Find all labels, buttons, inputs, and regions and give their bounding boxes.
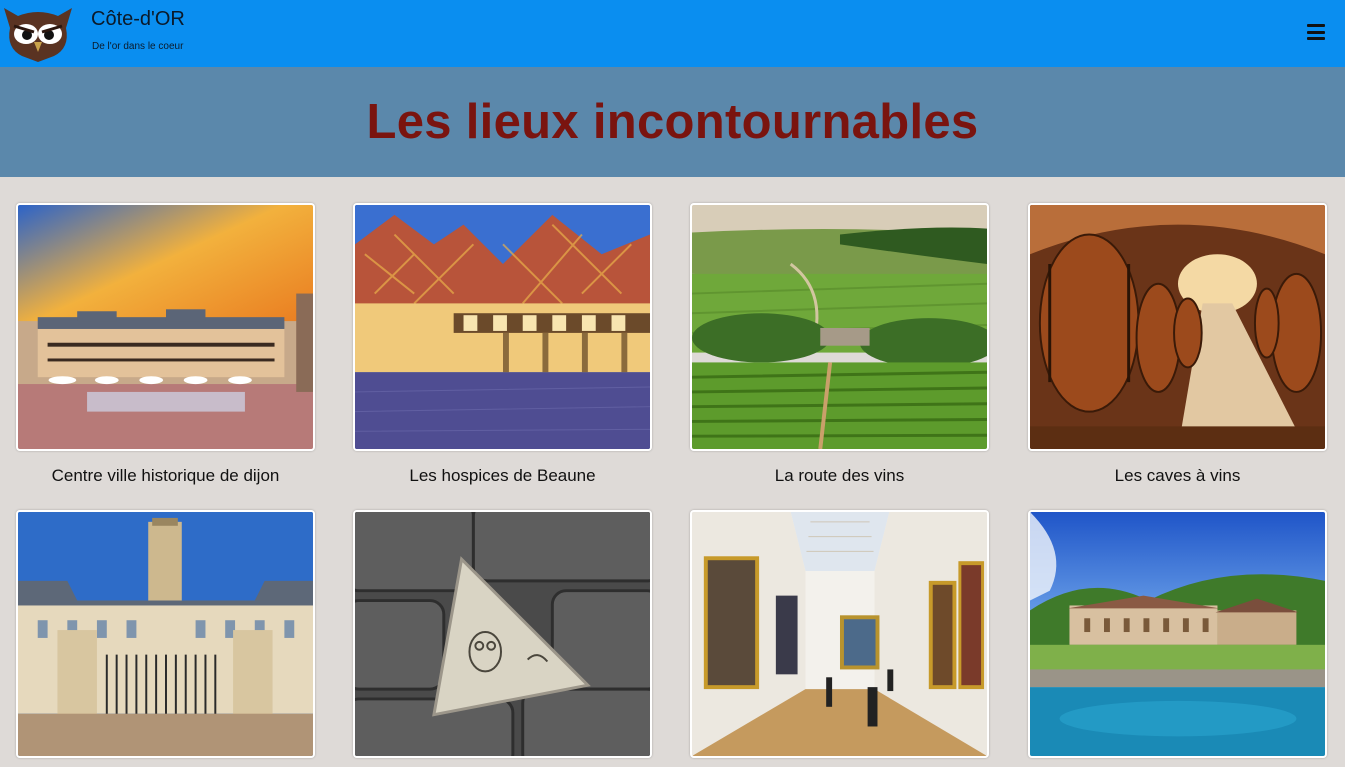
place-card[interactable]: Les hospices de Beaune bbox=[353, 203, 652, 486]
place-card[interactable] bbox=[353, 510, 652, 758]
place-card[interactable] bbox=[1028, 510, 1327, 758]
museum-gallery-photo[interactable] bbox=[690, 510, 989, 758]
place-card[interactable]: Les caves à vins bbox=[1028, 203, 1327, 486]
page-title: Les lieux incontournables bbox=[366, 95, 979, 149]
dijon-square-photo[interactable] bbox=[16, 203, 315, 451]
fontenay-abbey-photo[interactable] bbox=[1028, 510, 1327, 758]
owl-logo-icon[interactable] bbox=[0, 2, 76, 62]
place-card[interactable]: La route des vins bbox=[690, 203, 989, 486]
places-grid: Centre ville historique de dijon Les hos… bbox=[0, 177, 1345, 767]
vineyard-road-photo[interactable] bbox=[690, 203, 989, 451]
place-caption[interactable]: Centre ville historique de dijon bbox=[16, 466, 315, 486]
site-title[interactable]: Côte-d'OR bbox=[91, 8, 185, 31]
beaune-hospices-photo[interactable] bbox=[353, 203, 652, 451]
place-caption[interactable]: Les caves à vins bbox=[1028, 466, 1327, 486]
hero-banner: Les lieux incontournables bbox=[0, 67, 1345, 177]
place-caption[interactable]: Les hospices de Beaune bbox=[353, 466, 652, 486]
place-card[interactable] bbox=[16, 510, 315, 758]
hamburger-menu-icon[interactable] bbox=[1307, 24, 1325, 40]
place-caption[interactable]: La route des vins bbox=[690, 466, 989, 486]
site-tagline: De l'or dans le coeur bbox=[92, 41, 184, 52]
wine-cellar-photo[interactable] bbox=[1028, 203, 1327, 451]
place-card[interactable]: Centre ville historique de dijon bbox=[16, 203, 315, 486]
place-card[interactable] bbox=[690, 510, 989, 758]
top-navbar: Côte-d'OR De l'or dans le coeur bbox=[0, 0, 1345, 67]
ducal-palace-photo[interactable] bbox=[16, 510, 315, 758]
owl-trail-plaque-photo[interactable] bbox=[353, 510, 652, 758]
